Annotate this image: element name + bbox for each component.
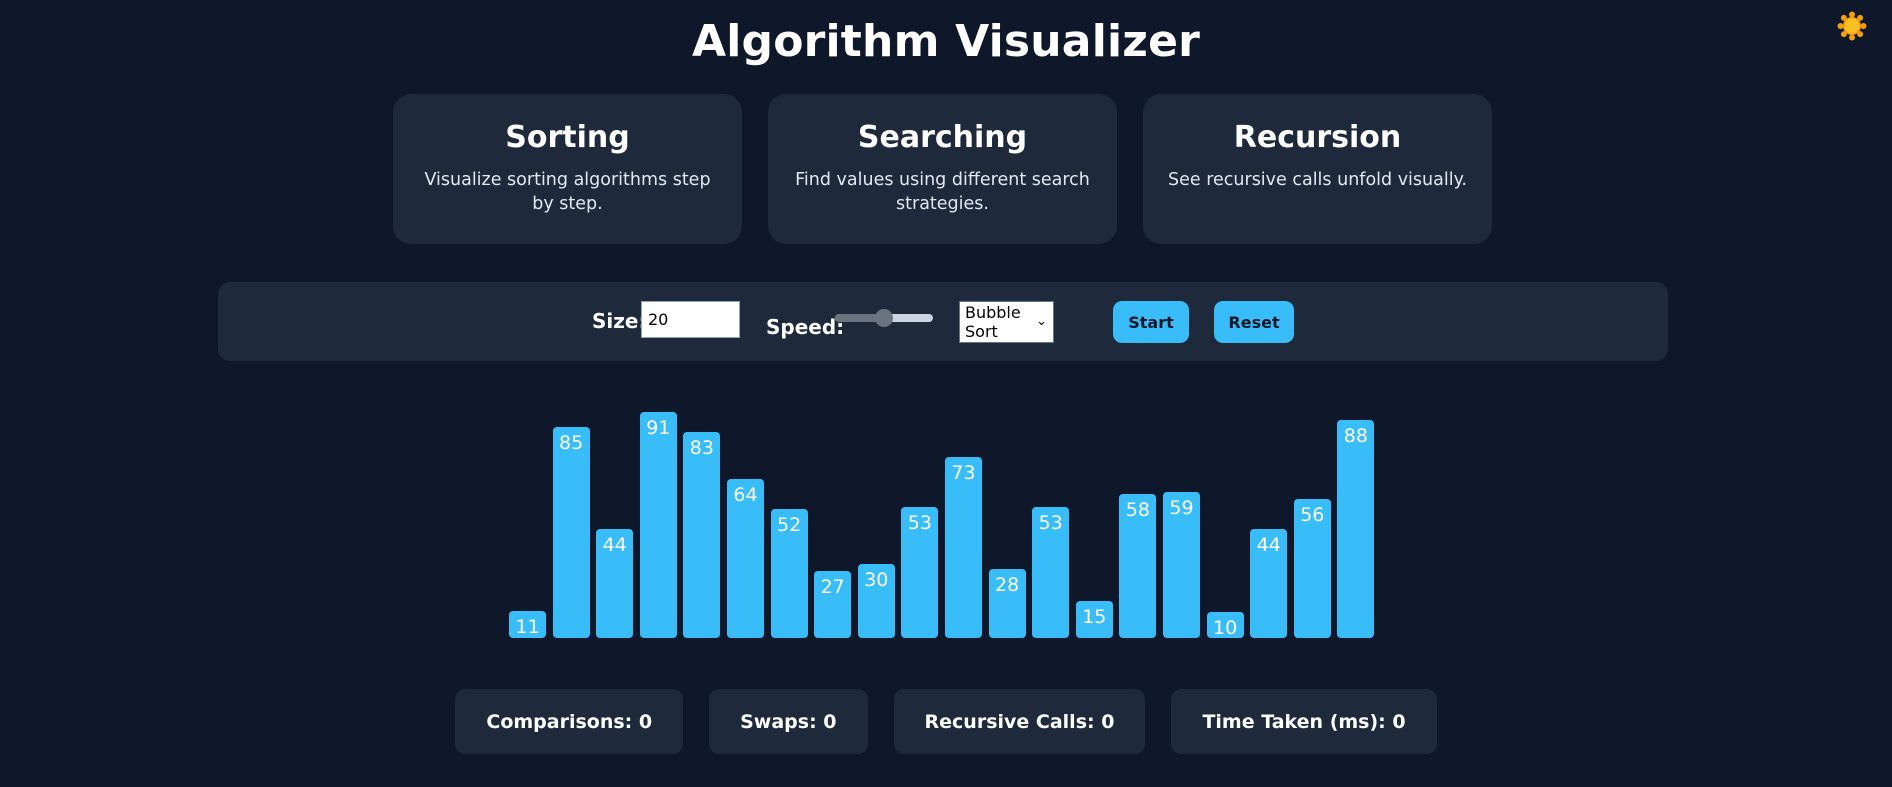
array-bar-value: 85 [559,432,584,455]
array-bar: 28 [988,568,1026,638]
size-label: Size: [592,309,647,333]
comparisons-stat: Comparisons: 0 [455,689,684,754]
card-recursion-description: See recursive calls unfold visually. [1168,170,1467,190]
array-bars: 11 85 44 91 83 64 52 27 30 53 73 28 53 15 58 59 10 44 56 88 [509,380,1379,639]
array-bar-value: 10 [1213,617,1238,639]
array-bar: 44 [1250,528,1288,638]
category-cards: Sorting Visualize sorting algorithms ste… [393,94,1492,244]
card-recursion[interactable]: Recursion See recursive calls unfold vis… [1143,94,1492,244]
array-bar-value: 44 [602,533,627,556]
card-recursion-title: Recursion [1233,120,1402,155]
array-bar: 83 [683,432,721,638]
array-bar-value: 83 [689,437,714,460]
array-bar-value: 30 [864,568,889,591]
card-sorting-title: Sorting [505,120,630,155]
array-bar-value: 52 [777,514,802,537]
array-bar: 53 [1032,506,1070,638]
recursive-calls-stat: Recursive Calls: 0 [893,689,1146,754]
array-bar: 73 [945,456,982,638]
array-bar-value: 59 [1169,496,1194,519]
app-root: Algorithm Visualizer Sorting Visualize s… [0,0,1892,787]
array-bar: 64 [727,479,764,638]
array-bar-value: 44 [1256,533,1281,556]
start-button[interactable]: Start [1113,301,1189,343]
array-bar-value: 11 [515,615,540,638]
array-bar: 88 [1337,419,1375,638]
array-bar: 11 [509,610,546,638]
array-bar: 44 [596,528,634,638]
array-bar-value: 28 [995,573,1020,596]
stats-row: Comparisons: 0 Swaps: 0 Recursive Calls:… [0,689,1892,754]
array-bar: 56 [1293,499,1331,638]
array-bar-value: 15 [1082,605,1107,628]
array-bar: 91 [639,412,677,638]
card-sorting[interactable]: Sorting Visualize sorting algorithms ste… [393,94,742,244]
array-bar: 30 [857,563,895,638]
size-input[interactable] [641,301,740,338]
chevron-down-icon: ⌄ [1036,314,1047,329]
array-bar: 10 [1206,612,1244,639]
array-bar: 52 [770,509,808,638]
array-bar-value: 91 [646,417,671,440]
card-searching[interactable]: Searching Find values using different se… [768,94,1117,244]
time-taken-stat: Time Taken (ms): 0 [1171,689,1437,754]
array-bar-value: 53 [1038,511,1063,534]
card-sorting-description: Visualize sorting algorithms step by ste… [424,170,711,214]
array-bar: 59 [1163,491,1200,638]
reset-button[interactable]: Reset [1214,301,1294,343]
array-bar-value: 73 [951,461,976,484]
array-bar-value: 64 [733,484,758,507]
array-bar: 15 [1075,600,1113,638]
speed-slider[interactable] [835,309,933,327]
card-searching-title: Searching [857,120,1028,155]
page-title: Algorithm Visualizer [691,16,1201,67]
swaps-stat: Swaps: 0 [709,689,868,754]
card-searching-description: Find values using different search strat… [795,170,1090,214]
array-bar-value: 27 [820,576,845,599]
array-bar-value: 53 [907,511,932,534]
algorithm-select[interactable]: Bubble Sort ⌄ [959,301,1054,343]
array-bar-value: 58 [1125,499,1150,522]
array-bar: 85 [552,427,590,638]
speed-slider-thumb[interactable] [875,309,893,327]
array-bar-value: 88 [1343,424,1368,447]
array-bar: 58 [1119,494,1157,638]
array-bar: 53 [901,506,939,638]
controls-panel: Size: Speed: Bubble Sort ⌄ Start Reset [218,282,1668,361]
array-bar-value: 56 [1300,504,1325,527]
speed-label: Speed: [766,315,845,339]
array-bar: 27 [814,571,852,638]
